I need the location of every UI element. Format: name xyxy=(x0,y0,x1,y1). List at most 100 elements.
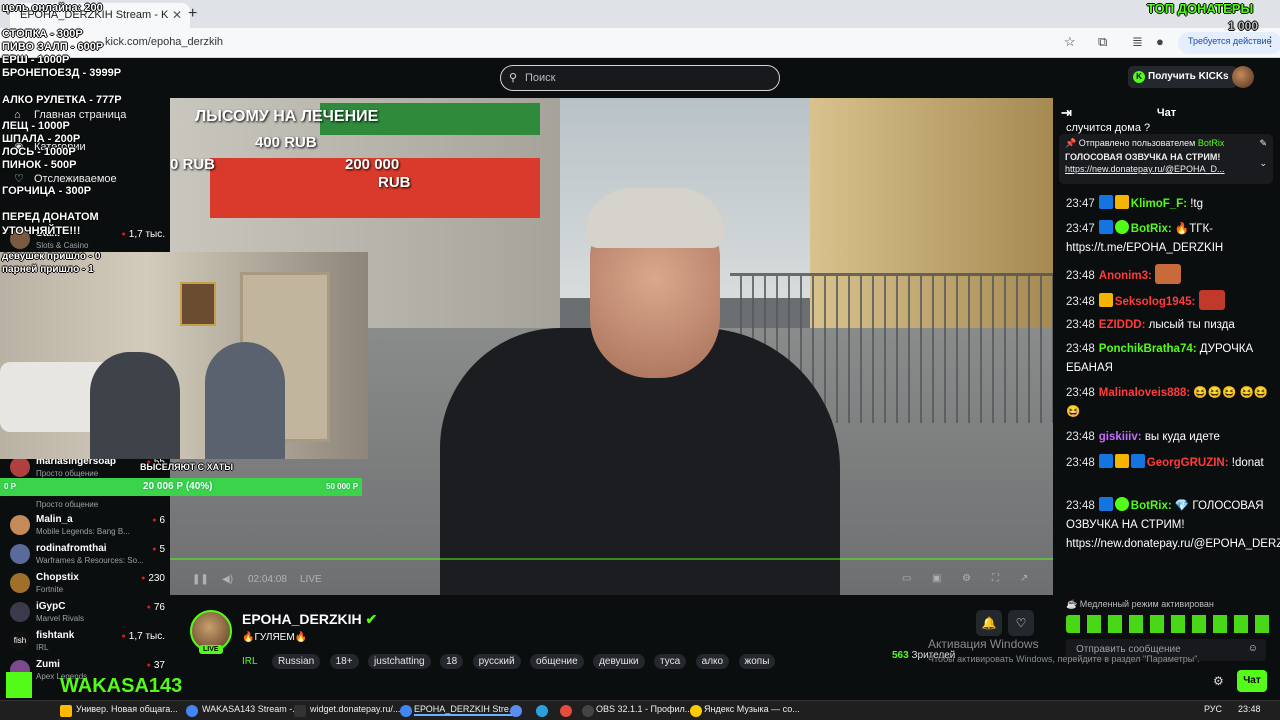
message-user[interactable]: EZIDDD: xyxy=(1099,319,1146,331)
taskbar-item[interactable]: WAKASA143 Stream -... xyxy=(202,704,300,714)
avatar[interactable] xyxy=(1232,66,1254,88)
file-explorer-icon[interactable] xyxy=(60,705,72,717)
pinned-by-label: Отправлено пользователем xyxy=(1078,138,1196,148)
playlist-icon[interactable]: ≣ xyxy=(1132,34,1143,50)
message-user[interactable]: BotRix: xyxy=(1131,223,1172,235)
price-item: ЛОСЬ - 1000Р xyxy=(2,146,76,158)
menu-dots-icon[interactable]: ⋮ xyxy=(1264,34,1277,50)
viewer-count: 230 xyxy=(141,573,165,584)
tag[interactable]: Russian xyxy=(272,654,321,669)
chat-settings-icon[interactable]: ⚙ xyxy=(1213,674,1224,688)
message-user[interactable]: Seksolog1945: xyxy=(1115,296,1196,308)
message-user[interactable]: Malinaloveis888: xyxy=(1099,387,1190,399)
channel-name: fishtank xyxy=(36,630,75,641)
chrome-icon[interactable] xyxy=(186,705,198,717)
volume-icon[interactable]: ◀) xyxy=(222,574,233,585)
search-icon: ⚲ xyxy=(509,72,518,84)
chevron-down-icon[interactable]: ⌄ xyxy=(1259,158,1267,169)
video-amount: 0 RUB xyxy=(170,156,216,173)
unpin-icon[interactable]: ✎ xyxy=(1259,138,1267,149)
app-icon[interactable] xyxy=(510,705,522,717)
theater-mode-icon[interactable]: ▭ xyxy=(902,573,911,584)
emote-bar[interactable] xyxy=(1066,615,1276,633)
obs-icon[interactable] xyxy=(582,705,594,717)
goal-target: 50 000 Р xyxy=(326,482,359,491)
message-time: 23:48 xyxy=(1066,270,1095,282)
channel-name[interactable]: ЕРОНА_DERZKIH ✔ xyxy=(242,611,377,628)
viewer-count: 1,7 тыс. xyxy=(122,631,165,642)
sidebar-channel[interactable]: Malin_a Mobile Legends: Bang B... 6 xyxy=(10,514,165,540)
app-icon[interactable] xyxy=(560,705,572,717)
channel-category: Slots & Casino xyxy=(36,241,89,250)
price-item: СТОПКА - 300Р xyxy=(2,28,83,40)
sidebar-channel[interactable]: Chopstix Fortnite 230 xyxy=(10,572,165,598)
emoji-icon[interactable]: ☺ xyxy=(1248,643,1258,654)
bookmark-star-icon[interactable]: ☆ xyxy=(1064,34,1076,50)
tag[interactable]: девушки xyxy=(593,654,645,669)
taskbar-item[interactable]: Универ. Новая общага... xyxy=(76,704,178,714)
tag[interactable]: русский xyxy=(472,654,521,669)
price-item: БРОНЕПОЕЗД - 3999Р xyxy=(2,67,122,79)
tag[interactable]: жопы xyxy=(738,654,776,669)
follow-heart-icon[interactable]: ♡ xyxy=(1008,610,1034,636)
yandex-music-icon[interactable] xyxy=(690,705,702,717)
fullscreen-icon[interactable]: ⛶ xyxy=(992,573,999,584)
sidebar-item-following[interactable]: ♡ Отслеживаемое xyxy=(14,172,117,185)
message-user[interactable]: giskiiiv: xyxy=(1099,431,1142,443)
pinned-message[interactable]: 📌 Отправлено пользователем BotRix ГОЛОСО… xyxy=(1059,134,1273,184)
message-text: вы куда идете xyxy=(1144,431,1220,443)
chat-message: 23:47 KlimoF_F: !tg xyxy=(1066,195,1271,214)
price-item: ГОРЧИЦА - 300Р xyxy=(2,185,92,197)
new-tab-icon[interactable]: + xyxy=(188,5,197,23)
tag[interactable]: 18 xyxy=(440,654,464,669)
pinned-user: BotRix xyxy=(1197,138,1225,148)
search-input[interactable]: ⚲ Поиск xyxy=(500,65,780,91)
price-item: ЛЕЩ - 1000Р xyxy=(2,120,70,132)
video-progress-bar[interactable] xyxy=(170,558,1053,560)
pinned-link[interactable]: https://new.donatepay.ru/@EPOHA_D... xyxy=(1065,164,1267,174)
send-chat-button[interactable]: Чат xyxy=(1237,670,1267,692)
category-link[interactable]: IRL xyxy=(242,656,258,667)
sidebar-channel[interactable]: fish fishtank IRL 1,7 тыс. xyxy=(10,630,165,656)
url-field[interactable]: kick.com/epoha_derzkih xyxy=(105,36,223,48)
message-user[interactable]: BotRix: xyxy=(1131,500,1172,512)
telegram-icon[interactable] xyxy=(536,705,548,717)
language-indicator[interactable]: РУС xyxy=(1204,704,1222,714)
get-kicks-button[interactable]: K Получить KICKs xyxy=(1128,66,1237,88)
sidebar-channel[interactable]: iGypC Marvel Rivals 76 xyxy=(10,601,165,627)
message-user[interactable]: PonchikBratha74: xyxy=(1099,343,1197,355)
message-user[interactable]: GeorgGRUZIN: xyxy=(1147,457,1229,469)
sidebar-channel[interactable]: rodinafromthai Warframes & Resources: So… xyxy=(10,543,165,569)
tag[interactable]: justchatting xyxy=(368,654,431,669)
close-tab-icon[interactable]: ✕ xyxy=(172,8,182,22)
pin-icon: 📌 xyxy=(1065,138,1079,148)
profile-icon[interactable]: ● xyxy=(1156,34,1164,49)
window-icon[interactable] xyxy=(294,705,306,717)
tag[interactable]: общение xyxy=(530,654,584,669)
taskbar-item[interactable]: widget.donatepay.ru/... xyxy=(310,704,400,714)
taskbar-item[interactable]: OBS 32.1.1 - Профил... xyxy=(596,704,692,714)
video-banner: ЛЫСОМУ НА ЛЕЧЕНИЕ xyxy=(195,108,379,125)
notification-bell-icon[interactable]: 🔔 xyxy=(976,610,1002,636)
message-time: 23:48 xyxy=(1066,296,1095,308)
pip-icon[interactable]: ▣ xyxy=(932,573,941,584)
taskbar-item[interactable]: Яндекс Музыка — со... xyxy=(704,704,800,714)
taskbar-item[interactable]: ЕРОНА_DERZKIH Stre... xyxy=(414,704,517,716)
message-user[interactable]: KlimoF_F: xyxy=(1131,198,1187,210)
tag[interactable]: туса xyxy=(654,654,687,669)
pause-icon[interactable]: ❚❚ xyxy=(192,574,209,585)
channel-category: Fortnite xyxy=(36,585,64,594)
top-donors-title: ТОП ДОНАТЕРЫ xyxy=(1147,1,1254,16)
chat-message: 23:48 Malinaloveis888: 😆😆😆 😆😆😆 xyxy=(1066,384,1271,422)
heart-icon: ♡ xyxy=(14,173,24,185)
tag[interactable]: алко xyxy=(695,654,730,669)
message-user[interactable]: Anonim3: xyxy=(1099,270,1152,282)
clock[interactable]: 23:48 xyxy=(1238,704,1261,714)
badge-icon xyxy=(1130,454,1145,468)
kick-logo-icon xyxy=(6,672,32,698)
tag[interactable]: 18+ xyxy=(329,654,359,669)
extensions-icon[interactable]: ⧉ xyxy=(1098,34,1107,50)
share-icon[interactable]: ↗ xyxy=(1020,573,1028,584)
settings-icon[interactable]: ⚙ xyxy=(962,573,971,584)
chrome-icon[interactable] xyxy=(400,705,412,717)
